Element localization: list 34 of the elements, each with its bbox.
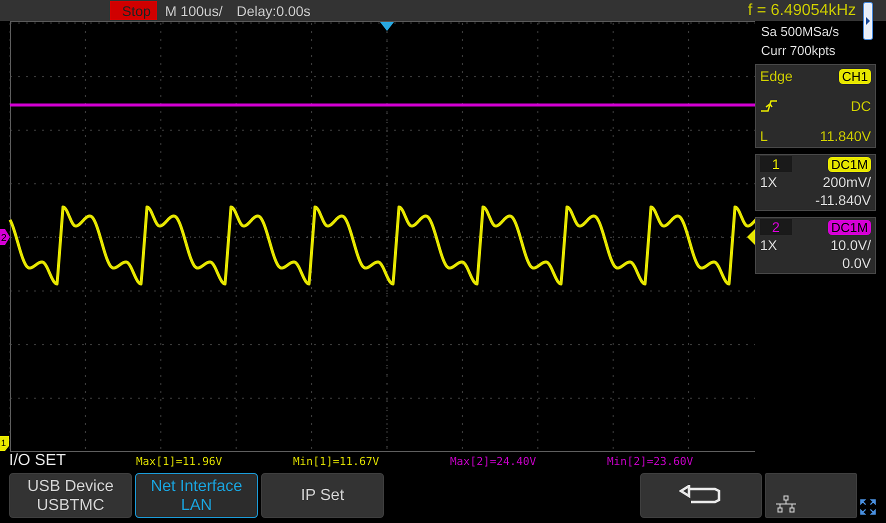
memory-depth-label: Curr 700kpts <box>761 43 836 58</box>
vertical-offset-label: -11.840V <box>815 192 871 208</box>
probe-ratio-label: 1X <box>760 174 778 190</box>
channel-panel[interactable]: 2 DC1M 1X 10.0V/ 0.0V <box>755 217 876 274</box>
trigger-level-value: 11.840V <box>820 128 871 144</box>
delay-label: Delay:0.00s <box>236 2 311 18</box>
vertical-scale-label: 10.0V/ <box>830 237 871 253</box>
probe-ratio-label: 1X <box>760 237 778 253</box>
measurement-readout: Max[2]=24.40V <box>450 455 538 468</box>
trigger-level-label: L <box>760 128 768 144</box>
channel-coupling-badge: DC1M <box>828 220 871 234</box>
measurement-readout: Max[1]=11.96V <box>136 455 224 468</box>
vertical-scale-label: 200mV/ <box>822 174 871 190</box>
measurement-readout: Min[2]=23.60V <box>607 455 694 468</box>
run-state-badge: Stop <box>110 1 157 20</box>
frequency-readout: f = 6.49054kHz <box>748 2 856 20</box>
trigger-panel[interactable]: Edge CH1 DC L 11.840V <box>755 64 876 148</box>
vertical-offset-label: 0.0V <box>842 255 871 271</box>
channel-2-marker[interactable]: 2 <box>0 229 10 245</box>
trigger-coupling-label: DC <box>850 98 871 114</box>
sample-rate-label: Sa 500MSa/s <box>761 24 840 39</box>
trigger-type-label: Edge <box>760 68 793 84</box>
menu-button[interactable]: Net Interface LAN <box>135 473 258 518</box>
channel-coupling-badge: DC1M <box>828 156 871 172</box>
measurement-readout: Min[1]=11.67V <box>293 455 380 468</box>
menu-button[interactable]: USB Device USBTMC <box>9 473 132 518</box>
trigger-source-badge: CH1 <box>838 68 871 84</box>
menu-button[interactable]: IP Set <box>261 473 384 518</box>
menu-title: I/O SET <box>9 452 67 470</box>
channel-number: 1 <box>760 156 792 172</box>
channel-1-marker[interactable]: 1 <box>0 436 9 451</box>
channel-panel[interactable]: 1 DC1M 1X 200mV/ -11.840V <box>755 154 876 211</box>
channel-number: 2 <box>760 219 792 235</box>
timebase-label: M 100us/ <box>165 2 223 18</box>
